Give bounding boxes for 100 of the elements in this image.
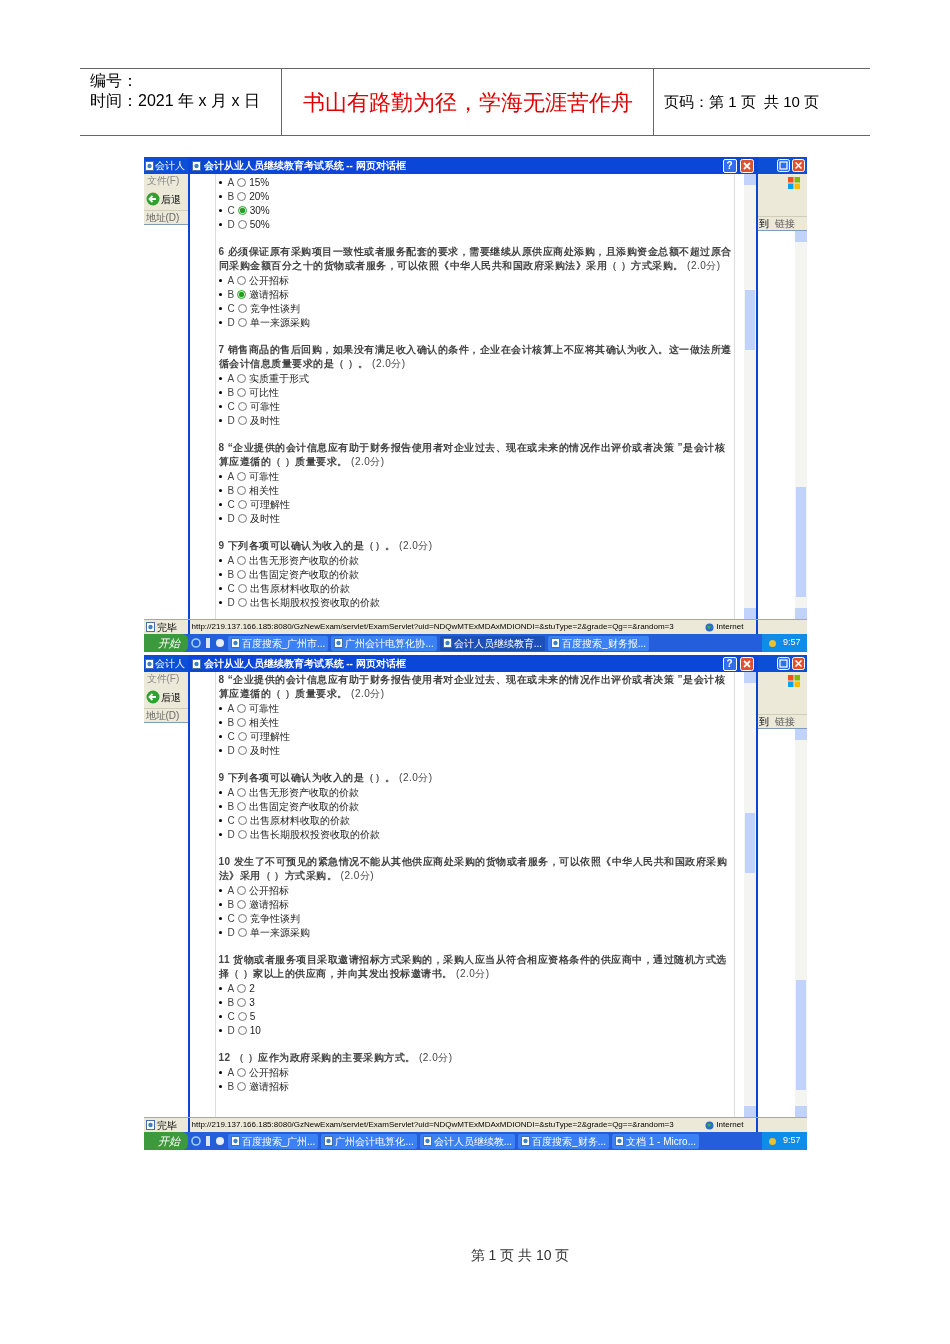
radio-button[interactable] bbox=[237, 829, 247, 839]
radio-button[interactable] bbox=[237, 1025, 247, 1035]
radio-button[interactable] bbox=[237, 983, 247, 993]
radio-button[interactable] bbox=[237, 597, 247, 607]
status-text: 完毕 bbox=[156, 1118, 177, 1133]
radio-button[interactable] bbox=[237, 703, 247, 713]
radio-button[interactable] bbox=[237, 731, 247, 741]
bullet-icon bbox=[218, 572, 222, 576]
menu-item[interactable]: 文件(F) bbox=[143, 672, 188, 686]
taskbar-button[interactable]: 广州会计电算化协... bbox=[331, 635, 437, 651]
radio-button[interactable] bbox=[237, 1067, 247, 1077]
maximize-icon[interactable] bbox=[776, 657, 790, 670]
radio-button[interactable] bbox=[237, 275, 247, 285]
option-text: 邀请招标 bbox=[249, 1079, 290, 1094]
taskbar-button[interactable]: 百度搜索_财务... bbox=[518, 1133, 609, 1149]
option-text: 10 bbox=[249, 1023, 261, 1038]
go-label[interactable]: 到 bbox=[758, 216, 769, 231]
question-text: 9 下列各项可以确认为收入的是（）。 (2.0分) bbox=[218, 771, 434, 785]
taskbar-button[interactable]: 会计人员继续教... bbox=[419, 1133, 516, 1149]
radio-button[interactable] bbox=[237, 1011, 247, 1021]
radio-button[interactable] bbox=[237, 471, 247, 481]
option-letter: A bbox=[227, 175, 235, 190]
radio-button[interactable] bbox=[237, 787, 247, 797]
number-label: 编号： bbox=[90, 71, 139, 91]
option-text: 出售固定资产收取的价款 bbox=[249, 799, 360, 814]
quick-launch-icon[interactable] bbox=[190, 1136, 201, 1146]
radio-button[interactable] bbox=[237, 583, 247, 593]
taskbar-button[interactable]: 文档 1 - Micro... bbox=[612, 1133, 699, 1149]
radio-button[interactable] bbox=[237, 913, 247, 923]
radio-button[interactable] bbox=[237, 485, 247, 495]
radio-button[interactable] bbox=[237, 373, 247, 383]
back-arrow-icon[interactable] bbox=[145, 192, 160, 206]
radio-button[interactable] bbox=[237, 569, 247, 579]
taskbar-button[interactable]: 百度搜索_财务报... bbox=[548, 635, 649, 651]
bullet-icon bbox=[218, 376, 222, 380]
radio-button[interactable] bbox=[237, 927, 247, 937]
page-footer: 第 1 页 共 10 页 bbox=[470, 1245, 570, 1266]
maximize-icon[interactable] bbox=[776, 159, 790, 172]
question-text: 9 下列各项可以确认为收入的是（）。 (2.0分) bbox=[218, 539, 434, 553]
radio-button[interactable] bbox=[237, 745, 247, 755]
links-label[interactable]: 链接 bbox=[774, 216, 795, 231]
go-label[interactable]: 到 bbox=[758, 714, 769, 729]
taskbar-button[interactable]: 百度搜索_广州市... bbox=[227, 635, 329, 651]
radio-button[interactable] bbox=[237, 177, 247, 187]
close-icon[interactable] bbox=[739, 656, 754, 671]
links-label[interactable]: 链接 bbox=[774, 714, 795, 729]
close-icon[interactable] bbox=[791, 657, 805, 670]
radio-button[interactable] bbox=[237, 801, 247, 811]
radio-button[interactable] bbox=[237, 317, 247, 327]
taskbar-button[interactable]: 广州会计电算化... bbox=[321, 1133, 417, 1149]
option-letter: A bbox=[227, 785, 235, 800]
radio-button[interactable] bbox=[237, 415, 247, 425]
radio-button[interactable] bbox=[237, 815, 247, 825]
radio-button[interactable] bbox=[237, 513, 247, 523]
radio-button[interactable] bbox=[237, 191, 247, 201]
close-icon[interactable] bbox=[739, 158, 754, 173]
start-button[interactable]: 开始 bbox=[143, 634, 188, 652]
option-letter: B bbox=[227, 567, 235, 582]
bullet-icon bbox=[218, 1028, 222, 1032]
close-icon[interactable] bbox=[791, 159, 805, 172]
help-button[interactable]: ? bbox=[722, 656, 737, 671]
radio-button[interactable] bbox=[237, 401, 247, 411]
bullet-icon bbox=[218, 194, 222, 198]
radio-button[interactable] bbox=[237, 499, 247, 509]
security-zone: Internet bbox=[716, 621, 745, 633]
taskbar-button[interactable]: 百度搜索_广州... bbox=[227, 1133, 319, 1149]
back-label[interactable]: 后退 bbox=[160, 191, 181, 207]
bullet-icon bbox=[218, 586, 222, 590]
radio-button[interactable] bbox=[237, 1081, 247, 1091]
taskbar-button[interactable]: 会计人员继续教育... bbox=[439, 635, 546, 651]
quick-launch-icon[interactable] bbox=[214, 1136, 225, 1146]
speaker-icon[interactable] bbox=[767, 1136, 777, 1146]
radio-button[interactable] bbox=[237, 303, 247, 313]
bullet-icon bbox=[218, 930, 222, 934]
option-letter: A bbox=[227, 273, 235, 288]
page-icon bbox=[144, 658, 154, 669]
menu-item[interactable]: 文件(F) bbox=[143, 174, 188, 188]
radio-button[interactable] bbox=[237, 205, 247, 215]
radio-button[interactable] bbox=[237, 997, 247, 1007]
page-icon bbox=[615, 1136, 624, 1146]
quick-launch-icon[interactable] bbox=[214, 638, 225, 648]
page-info: 页码：第 1 页 共 10 页 bbox=[664, 91, 820, 112]
radio-button[interactable] bbox=[237, 717, 247, 727]
radio-button[interactable] bbox=[237, 219, 247, 229]
back-label[interactable]: 后退 bbox=[160, 689, 181, 705]
start-button[interactable]: 开始 bbox=[143, 1132, 188, 1150]
speaker-icon[interactable] bbox=[767, 638, 777, 648]
page-icon bbox=[442, 638, 452, 648]
radio-button[interactable] bbox=[237, 899, 247, 909]
back-arrow-icon[interactable] bbox=[145, 690, 160, 704]
browser-title: 会计人 bbox=[154, 159, 185, 173]
radio-button[interactable] bbox=[237, 885, 247, 895]
quick-launch-icon[interactable] bbox=[190, 638, 201, 648]
option-letter: B bbox=[227, 189, 235, 204]
radio-button[interactable] bbox=[237, 289, 247, 299]
help-button[interactable]: ? bbox=[722, 158, 737, 173]
radio-button[interactable] bbox=[237, 387, 247, 397]
bullet-icon bbox=[218, 474, 222, 478]
option-text: 邀请招标 bbox=[249, 287, 290, 302]
radio-button[interactable] bbox=[237, 555, 247, 565]
